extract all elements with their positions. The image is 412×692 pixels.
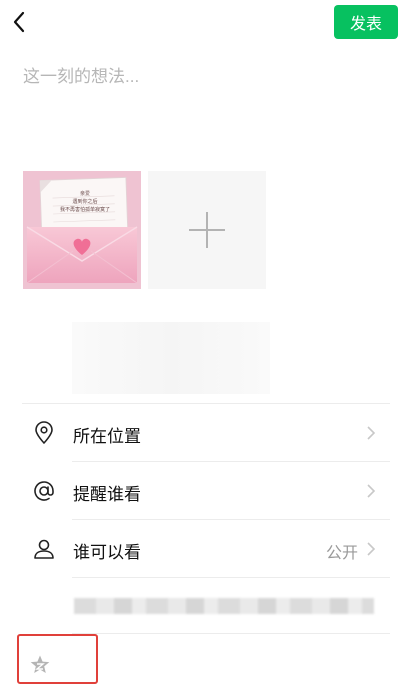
publish-button[interactable]: 发表 <box>334 5 398 39</box>
letter-line: 遇到你之后 <box>72 199 98 205</box>
location-pin-icon <box>35 421 53 444</box>
option-label: 提醒谁看 <box>73 485 141 504</box>
letter-line: 亲爱 <box>79 191 90 197</box>
option-row-location[interactable]: 所在位置 <box>0 405 412 461</box>
chevron-right-icon <box>367 484 376 498</box>
option-row-remind[interactable]: 提醒谁看 <box>0 463 412 519</box>
sparkle-star-button[interactable] <box>29 654 51 676</box>
chevron-left-icon <box>13 11 25 33</box>
blurred-area <box>72 322 270 394</box>
envelope-letter-image <box>23 171 141 289</box>
divider <box>72 633 390 634</box>
divider <box>22 403 390 404</box>
sparkle-star-icon <box>30 655 50 673</box>
photo-thumbnail[interactable] <box>23 171 141 289</box>
back-button[interactable] <box>8 8 32 36</box>
divider <box>72 519 390 520</box>
chevron-right-icon <box>367 426 376 440</box>
letter-text: 亲爱 遇到你之后 我不再害怕孤单寂寞了 <box>50 190 120 214</box>
top-bar: 发表 <box>0 0 412 44</box>
person-icon <box>34 539 54 559</box>
thoughts-input[interactable] <box>23 62 383 92</box>
option-label: 所在位置 <box>73 427 141 446</box>
at-sign-icon <box>34 481 54 501</box>
plus-icon <box>189 212 225 248</box>
add-photo-button[interactable] <box>148 171 266 289</box>
divider <box>72 577 390 578</box>
divider <box>72 461 390 462</box>
redacted-row <box>74 598 374 614</box>
option-label: 谁可以看 <box>73 543 141 562</box>
option-row-visibility[interactable]: 谁可以看 公开 <box>0 521 412 577</box>
chevron-right-icon <box>367 542 376 556</box>
letter-line: 我不再害怕孤单寂寞了 <box>59 207 110 213</box>
visibility-value: 公开 <box>325 545 358 562</box>
